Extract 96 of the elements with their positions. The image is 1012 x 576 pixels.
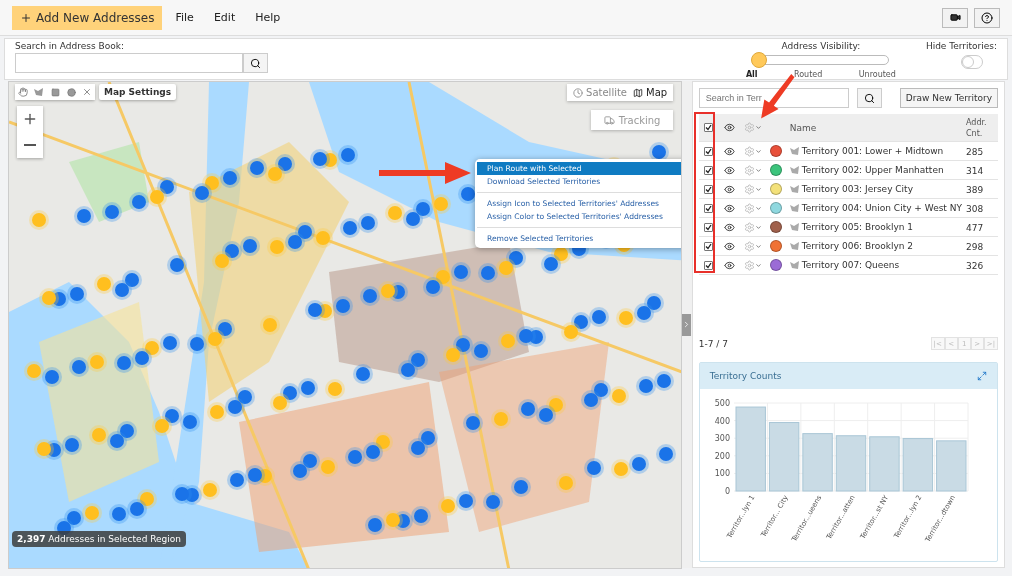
visibility-option[interactable]: All bbox=[745, 70, 758, 79]
map-settings-button[interactable]: Map Settings bbox=[99, 84, 177, 100]
row-checkbox[interactable] bbox=[704, 203, 714, 213]
column-header[interactable]: Addr. Cnt. bbox=[966, 116, 998, 139]
color-dot[interactable] bbox=[769, 202, 782, 214]
eye-icon bbox=[724, 122, 736, 133]
eye-icon[interactable] bbox=[724, 183, 736, 195]
search-icon bbox=[863, 92, 875, 104]
axis-label: 200 bbox=[714, 451, 730, 461]
territory-name: Territory 006: Brooklyn 2 bbox=[801, 241, 914, 251]
hide-territories-toggle[interactable] bbox=[961, 55, 983, 69]
eye-icon[interactable] bbox=[724, 240, 736, 252]
draw-territory-button[interactable]: Draw New Territory bbox=[899, 88, 998, 108]
color-dot[interactable] bbox=[769, 183, 782, 195]
row-checkbox[interactable] bbox=[704, 241, 714, 251]
territory-name: Territory 004: Union City + West NY bbox=[801, 203, 962, 213]
chart-title: Territory Counts bbox=[709, 370, 782, 381]
bar bbox=[768, 421, 800, 492]
map-type-button[interactable]: Map bbox=[633, 87, 668, 98]
territory-name: Territory 007: Queens bbox=[801, 260, 900, 270]
search-button[interactable] bbox=[243, 53, 268, 73]
bar bbox=[935, 440, 967, 492]
territory-icon bbox=[789, 223, 800, 231]
eye-icon[interactable] bbox=[724, 259, 736, 271]
axis-label: 500 bbox=[714, 398, 730, 408]
axis-label: 100 bbox=[714, 469, 730, 479]
visibility-option[interactable]: Routed bbox=[794, 70, 823, 79]
row-checkbox[interactable] bbox=[704, 146, 714, 156]
territory-name: Territory 002: Upper Manhatten bbox=[801, 165, 944, 175]
menu-item[interactable]: Help bbox=[248, 11, 288, 24]
map-icon bbox=[633, 87, 644, 98]
color-dot[interactable] bbox=[769, 221, 782, 233]
search-icon bbox=[250, 57, 261, 69]
page-range: 1-7 / 7 bbox=[698, 338, 728, 349]
zoom-in-button[interactable] bbox=[17, 106, 43, 132]
eye-icon[interactable] bbox=[724, 202, 736, 214]
territory-icon bbox=[789, 185, 800, 193]
close-icon[interactable] bbox=[79, 84, 95, 100]
search-field[interactable] bbox=[15, 53, 243, 73]
minus-icon bbox=[24, 144, 36, 146]
address-count: 477 bbox=[966, 222, 984, 233]
color-dot[interactable] bbox=[769, 145, 782, 157]
address-count: 326 bbox=[966, 260, 984, 271]
hand-icon[interactable] bbox=[15, 84, 31, 100]
add-addresses-button[interactable]: Add New Addresses bbox=[12, 5, 163, 30]
menu-item[interactable]: Edit bbox=[206, 11, 243, 24]
address-count: 314 bbox=[966, 165, 984, 176]
territory-icon bbox=[789, 242, 800, 250]
bar bbox=[869, 436, 900, 492]
plus-icon bbox=[22, 111, 38, 127]
address-count: 298 bbox=[966, 241, 984, 252]
row-checkbox[interactable] bbox=[704, 222, 714, 232]
territory-icon bbox=[789, 166, 800, 174]
address-count: 285 bbox=[966, 146, 984, 157]
eye-icon[interactable] bbox=[724, 164, 736, 176]
row-checkbox[interactable] bbox=[704, 260, 714, 270]
territory-name: Territory 001: Lower + Midtown bbox=[801, 146, 944, 156]
address-count: 308 bbox=[966, 203, 984, 214]
territory-name: Territory 003: Jersey City bbox=[801, 184, 913, 194]
eye-icon[interactable] bbox=[724, 145, 736, 157]
row-checkbox[interactable] bbox=[704, 184, 714, 194]
bar bbox=[835, 434, 866, 492]
territory-icon bbox=[789, 204, 800, 212]
color-dot[interactable] bbox=[769, 259, 782, 271]
address-count-badge: 2,397 Addresses in Selected Region bbox=[12, 531, 186, 547]
collapse-handle[interactable] bbox=[682, 313, 692, 336]
hide-territories-label: Hide Territories: bbox=[925, 41, 997, 51]
truck-icon bbox=[603, 114, 615, 126]
clock-icon bbox=[573, 87, 584, 98]
visibility-label: Address Visibility: bbox=[781, 41, 861, 51]
search-button[interactable] bbox=[856, 88, 882, 108]
territory-search-field[interactable]: Search in Terr bbox=[698, 88, 849, 108]
map-type-button[interactable]: Satellite bbox=[573, 87, 628, 98]
address-count: 389 bbox=[966, 184, 984, 195]
plus-icon bbox=[20, 11, 32, 24]
zoom-out-button[interactable] bbox=[17, 132, 43, 158]
menu-item[interactable]: File bbox=[168, 11, 201, 24]
column-header[interactable]: Name bbox=[789, 122, 817, 133]
axis-label: 400 bbox=[714, 416, 730, 426]
territory-name: Territory 005: Brooklyn 1 bbox=[801, 222, 914, 232]
visibility-option[interactable]: Unrouted bbox=[858, 70, 896, 79]
row-checkbox[interactable] bbox=[704, 165, 714, 175]
territory-icon bbox=[789, 261, 800, 269]
axis-label: 0 bbox=[724, 486, 730, 496]
color-dot[interactable] bbox=[769, 164, 782, 176]
eye-icon[interactable] bbox=[724, 221, 736, 233]
search-label: Search in Address Book: bbox=[15, 41, 125, 51]
axis-label: 300 bbox=[714, 433, 730, 443]
bar bbox=[802, 432, 833, 492]
video-icon[interactable] bbox=[942, 7, 968, 28]
expand-icon[interactable] bbox=[977, 370, 987, 381]
select-all-checkbox[interactable] bbox=[704, 123, 714, 132]
help-icon[interactable] bbox=[974, 7, 1000, 28]
territory-icon bbox=[789, 147, 800, 155]
color-dot[interactable] bbox=[769, 240, 782, 252]
bar bbox=[902, 437, 933, 492]
